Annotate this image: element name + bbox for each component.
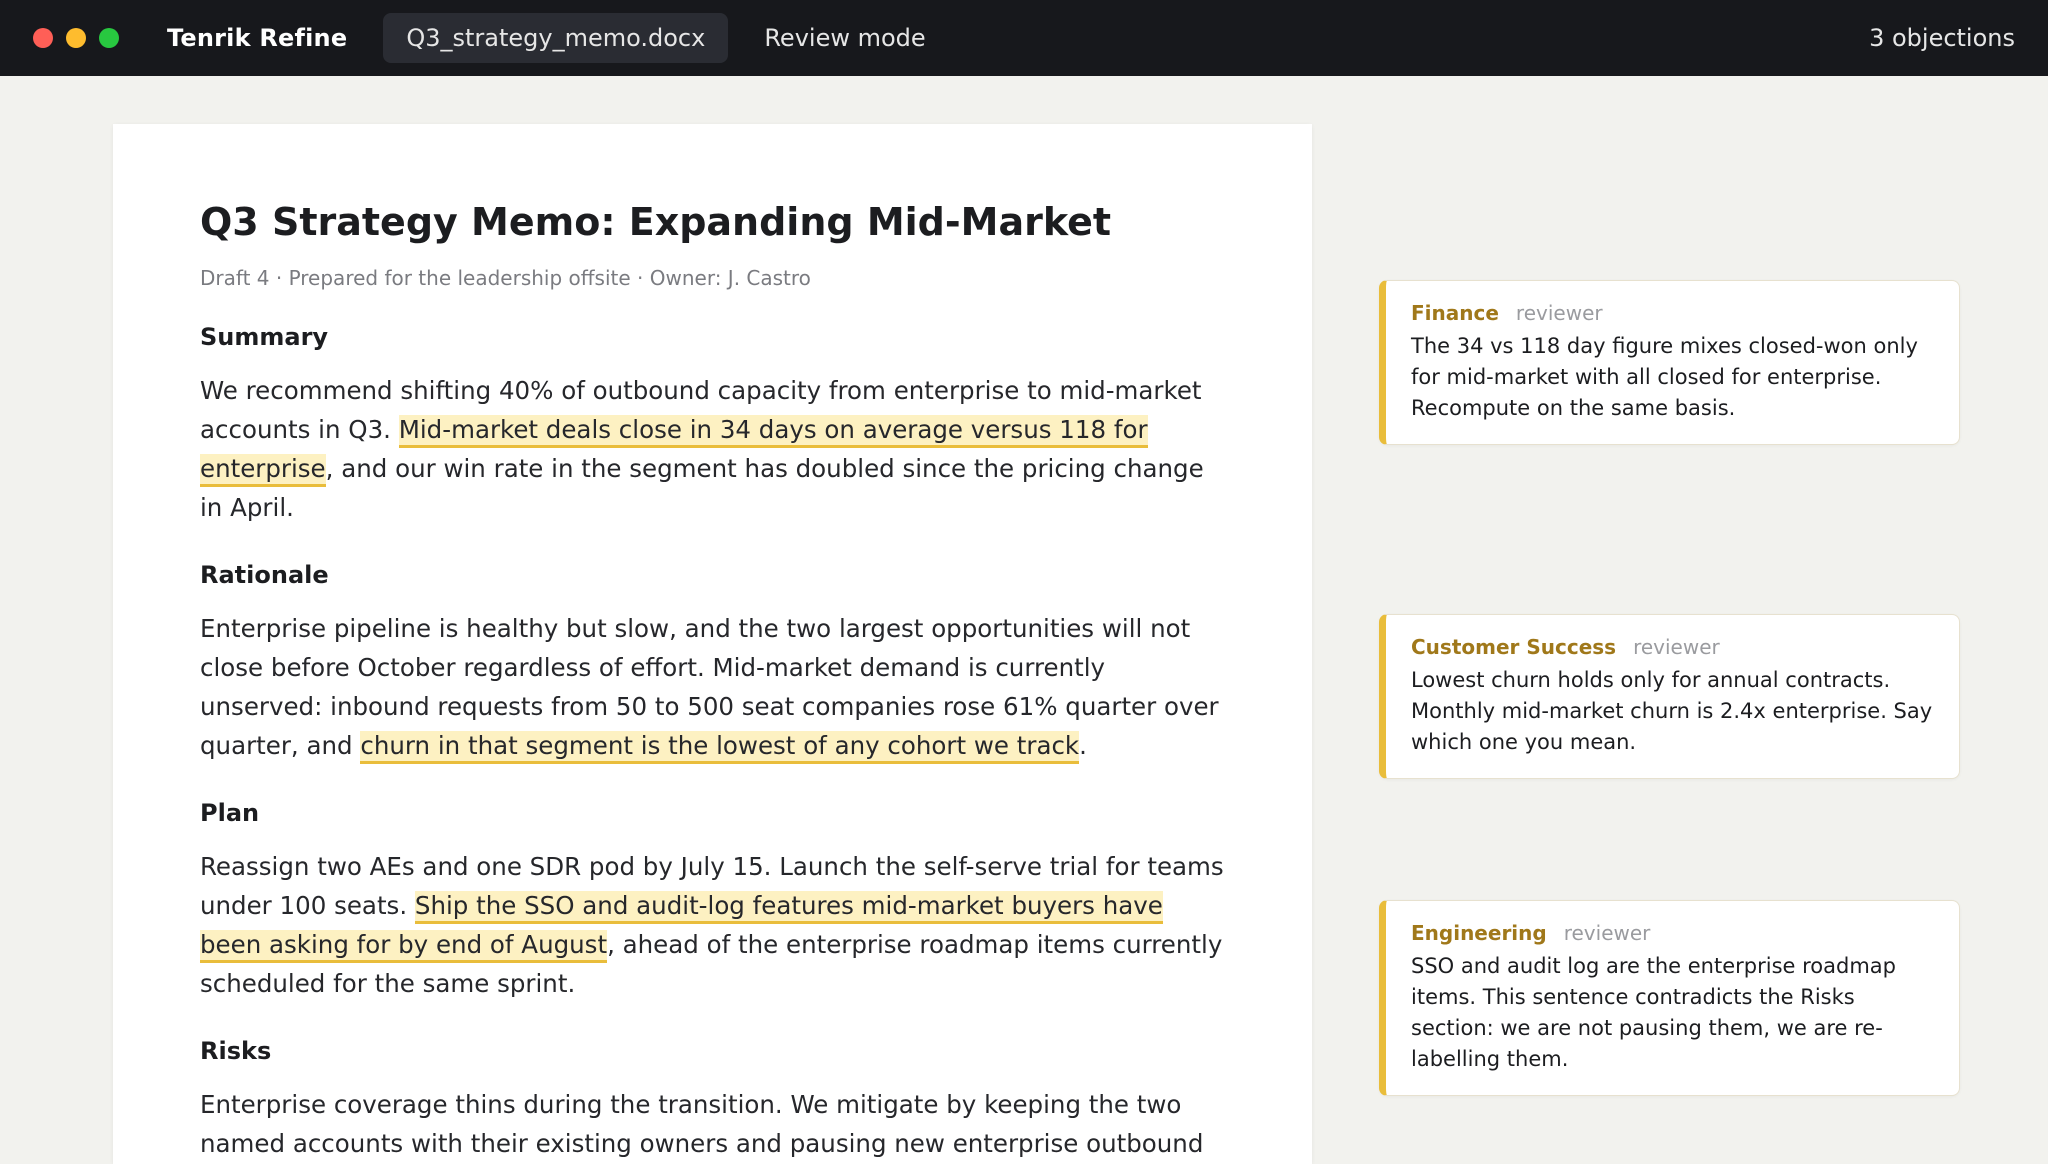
app-name: Tenrik Refine xyxy=(167,24,348,52)
document-meta: Draft 4 · Prepared for the leadership of… xyxy=(200,265,811,290)
paragraph-summary: We recommend shifting 40% of outbound ca… xyxy=(200,371,1225,527)
section-heading-plan: Plan xyxy=(200,798,260,827)
objection-count[interactable]: 3 objections xyxy=(1869,0,2015,76)
reviewer-name: Finance xyxy=(1411,301,1499,325)
reviewer-role: reviewer xyxy=(1515,301,1603,325)
close-window-button[interactable] xyxy=(33,28,53,48)
comment-text: Lowest churn holds only for annual contr… xyxy=(1411,668,1933,754)
comment-text: SSO and audit log are the enterprise roa… xyxy=(1411,954,1896,1071)
paragraph-plan: Reassign two AEs and one SDR pod by July… xyxy=(200,847,1225,1003)
comment-card-customer-success[interactable]: Customer Success reviewer Lowest churn h… xyxy=(1379,614,1960,779)
maximize-window-button[interactable] xyxy=(99,28,119,48)
comment-card-finance[interactable]: Finance reviewer The 34 vs 118 day figur… xyxy=(1379,280,1960,445)
paragraph-rationale: Enterprise pipeline is healthy but slow,… xyxy=(200,609,1225,765)
text-run: , and our win rate in the segment has do… xyxy=(200,453,1204,522)
paragraph-risks: Enterprise coverage thins during the tra… xyxy=(200,1085,1225,1163)
section-heading-summary: Summary xyxy=(200,322,329,351)
highlight-customer-success[interactable]: churn in that segment is the lowest of a… xyxy=(360,730,1080,764)
section-heading-risks: Risks xyxy=(200,1036,272,1065)
reviewer-name: Customer Success xyxy=(1411,635,1617,659)
tab-file[interactable]: Q3_strategy_memo.docx xyxy=(383,13,729,63)
text-run: . xyxy=(1079,730,1087,760)
comment-card-engineering[interactable]: Engineering reviewer SSO and audit log a… xyxy=(1379,900,1960,1096)
text-run: Enterprise coverage thins during the tra… xyxy=(200,1089,1204,1158)
minimize-window-button[interactable] xyxy=(66,28,86,48)
window-controls xyxy=(33,28,119,48)
document-title: Q3 Strategy Memo: Expanding Mid-Market xyxy=(200,200,1112,244)
reviewer-name: Engineering xyxy=(1411,921,1547,945)
reviewer-role: reviewer xyxy=(1633,635,1720,659)
section-heading-rationale: Rationale xyxy=(200,560,329,589)
document-page[interactable]: Q3 Strategy Memo: Expanding Mid-Market D… xyxy=(113,124,1312,1164)
title-bar: Tenrik Refine Q3_strategy_memo.docx Revi… xyxy=(0,0,2048,76)
comment-header: Customer Success reviewer xyxy=(1411,635,1933,659)
reviewer-role: reviewer xyxy=(1563,921,1651,945)
comment-header: Finance reviewer xyxy=(1411,301,1933,325)
tab-review-mode[interactable]: Review mode xyxy=(764,24,925,52)
comment-header: Engineering reviewer xyxy=(1411,921,1933,945)
comment-text: The 34 vs 118 day figure mixes closed-wo… xyxy=(1411,334,1918,420)
